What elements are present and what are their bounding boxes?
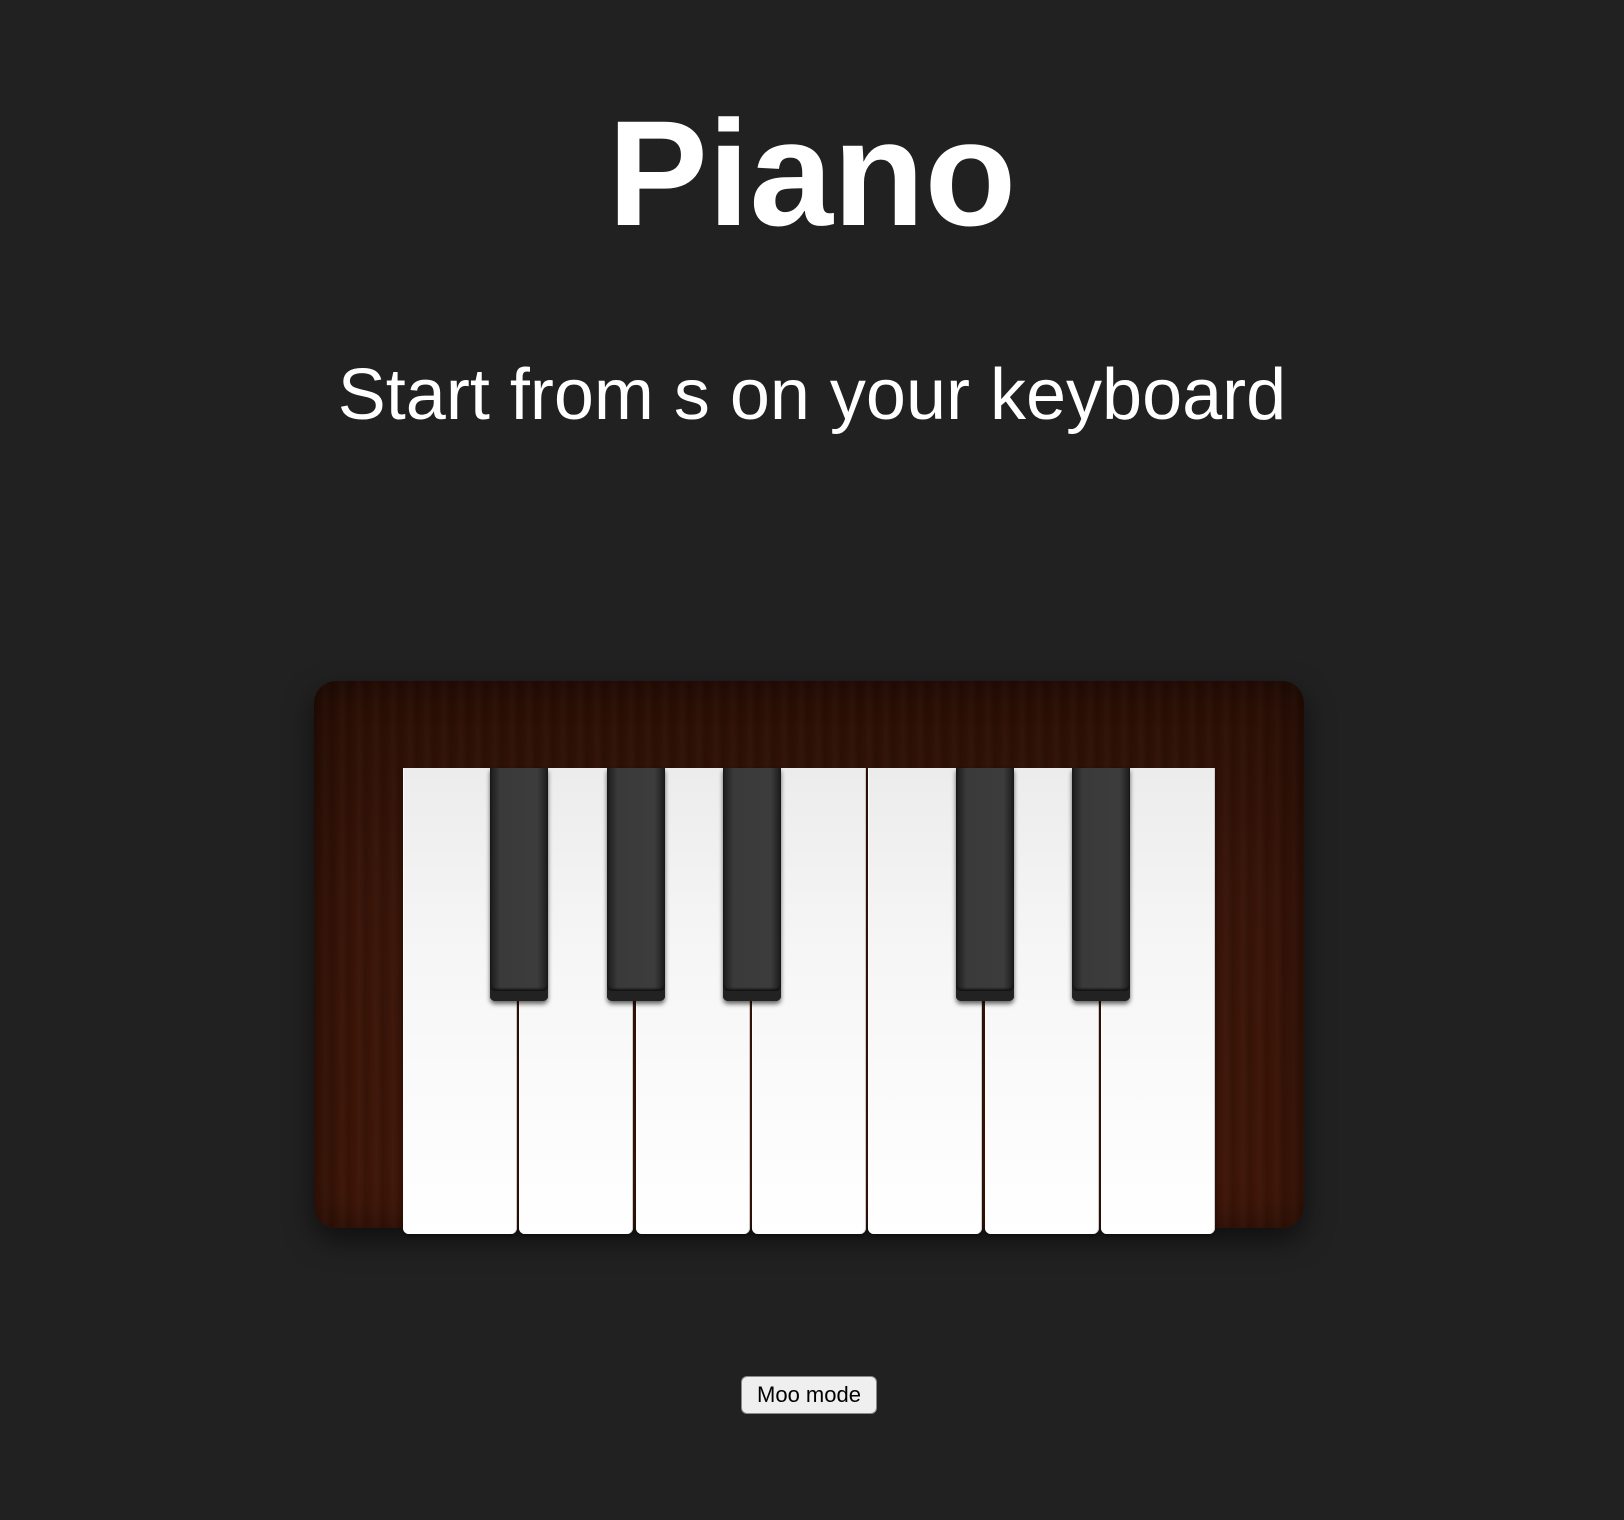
black-key[interactable]	[722, 768, 781, 1001]
piano-keyboard	[403, 768, 1217, 1234]
page: Piano Start from s on your keyboard Moo …	[0, 0, 1624, 1520]
moo-mode-button[interactable]: Moo mode	[741, 1376, 877, 1414]
page-title: Piano	[607, 89, 1017, 257]
instructions-text: Start from s on your keyboard	[337, 355, 1287, 435]
black-key[interactable]	[955, 768, 1014, 1001]
black-key[interactable]	[1071, 768, 1130, 1001]
piano-body	[314, 681, 1304, 1234]
black-key[interactable]	[490, 768, 549, 1001]
black-key[interactable]	[606, 768, 665, 1001]
